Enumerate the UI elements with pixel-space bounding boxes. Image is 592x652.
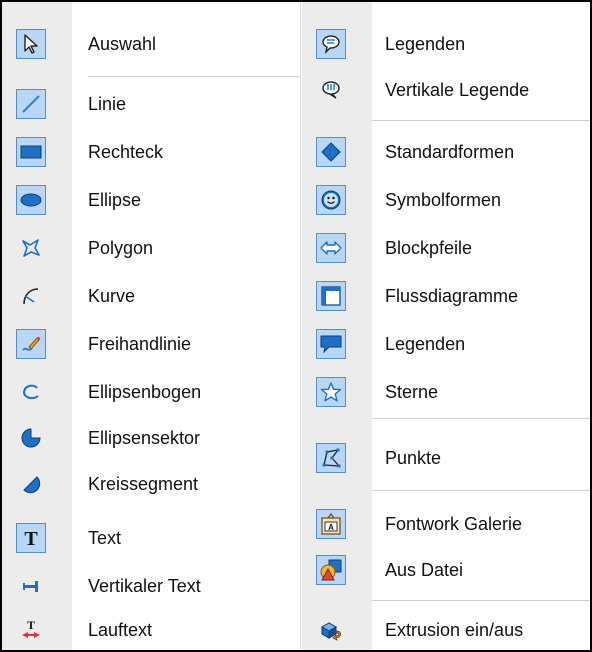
menu-item-ellipsenbogen[interactable]: Ellipsenbogen: [2, 372, 300, 412]
ellipse-icon: [16, 185, 46, 215]
pencil-icon: [16, 329, 46, 359]
menu-item-ellipse[interactable]: Ellipse: [2, 180, 300, 220]
menu-item-legenden-2[interactable]: Legenden: [302, 324, 590, 364]
smiley-icon: [316, 185, 346, 215]
separator: [372, 600, 590, 601]
menu-item-label: Ellipsensektor: [88, 428, 201, 448]
menu-item-label: Freihandlinie: [88, 334, 192, 354]
menu-item-lauftext[interactable]: T Lauftext: [2, 610, 300, 650]
curve-icon: [16, 281, 46, 311]
menu-item-label: Standardformen: [385, 142, 515, 162]
scrolling-text-icon: T: [16, 615, 46, 645]
menu-item-polygon[interactable]: Polygon: [2, 228, 300, 268]
menu-item-label: Blockpfeile: [385, 238, 473, 258]
menu-item-punkte[interactable]: Punkte: [302, 438, 590, 478]
menu-item-vertikaler-text[interactable]: Vertikaler Text: [2, 566, 300, 606]
points-icon: [316, 443, 346, 473]
separator: [372, 490, 590, 491]
separator: [372, 120, 590, 121]
svg-text:A: A: [328, 523, 334, 532]
menu-item-label: Vertikaler Text: [88, 576, 201, 596]
menu-item-label: Sterne: [385, 382, 439, 402]
text-icon: T: [16, 523, 46, 553]
draw-toolbar-menu: Auswahl Linie Rechteck Ellipse Polygon K…: [0, 0, 592, 652]
menu-item-rechteck[interactable]: Rechteck: [2, 132, 300, 172]
column-divider: [300, 2, 301, 650]
sector-icon: [16, 423, 46, 453]
menu-item-kreissegment[interactable]: Kreissegment: [2, 464, 300, 504]
extrusion-icon: [316, 615, 346, 645]
rectangle-icon: [16, 137, 46, 167]
segment-icon: [16, 469, 46, 499]
menu-item-legenden[interactable]: Legenden: [302, 24, 590, 64]
menu-item-label: Kurve: [88, 286, 136, 306]
separator: [88, 76, 300, 77]
arrow-cursor-icon: [16, 29, 46, 59]
svg-text:T: T: [27, 618, 35, 632]
arc-icon: [16, 377, 46, 407]
menu-item-kurve[interactable]: Kurve: [2, 276, 300, 316]
menu-item-label: Aus Datei: [385, 560, 464, 580]
menu-item-label: Fontwork Galerie: [385, 514, 523, 534]
menu-item-blockpfeile[interactable]: Blockpfeile: [302, 228, 590, 268]
separator: [372, 418, 590, 419]
menu-item-symbolformen[interactable]: Symbolformen: [302, 180, 590, 220]
fontwork-icon: A: [316, 509, 346, 539]
svg-text:T: T: [24, 528, 38, 549]
menu-item-auswahl[interactable]: Auswahl: [2, 24, 300, 64]
diamond-icon: [316, 137, 346, 167]
menu-item-sterne[interactable]: Sterne: [302, 372, 590, 412]
menu-item-flussdiagramme[interactable]: Flussdiagramme: [302, 276, 590, 316]
menu-item-label: Punkte: [385, 448, 442, 468]
menu-item-vertikale-legende[interactable]: Vertikale Legende: [302, 70, 590, 110]
menu-item-label: Kreissegment: [88, 474, 199, 494]
menu-item-freihandlinie[interactable]: Freihandlinie: [2, 324, 300, 364]
menu-item-label: Rechteck: [88, 142, 164, 162]
speech-bubble-icon: [316, 329, 346, 359]
flowchart-icon: [316, 281, 346, 311]
callout-icon: [316, 29, 346, 59]
menu-item-label: Linie: [88, 94, 127, 114]
menu-item-standardformen[interactable]: Standardformen: [302, 132, 590, 172]
star-icon: [316, 377, 346, 407]
menu-item-extrusion[interactable]: Extrusion ein/aus: [302, 610, 590, 650]
vertical-text-icon: [16, 571, 46, 601]
menu-item-label: Ellipse: [88, 190, 142, 210]
from-file-icon: [316, 555, 346, 585]
menu-item-label: Polygon: [88, 238, 154, 258]
menu-item-label: Extrusion ein/aus: [385, 620, 524, 640]
polygon-icon: [16, 233, 46, 263]
menu-item-label: Ellipsenbogen: [88, 382, 202, 402]
menu-item-ellipsensektor[interactable]: Ellipsensektor: [2, 418, 300, 458]
menu-item-label: Flussdiagramme: [385, 286, 519, 306]
menu-item-text[interactable]: T Text: [2, 518, 300, 558]
menu-item-label: Lauftext: [88, 620, 153, 640]
menu-item-label: Vertikale Legende: [385, 80, 530, 100]
line-icon: [16, 89, 46, 119]
menu-item-label: Auswahl: [88, 34, 157, 54]
menu-item-fontwork-galerie[interactable]: A Fontwork Galerie: [302, 504, 590, 544]
double-arrow-icon: [316, 233, 346, 263]
menu-item-label: Text: [88, 528, 122, 548]
menu-item-linie[interactable]: Linie: [2, 84, 300, 124]
menu-item-label: Legenden: [385, 34, 466, 54]
menu-item-label: Legenden: [385, 334, 466, 354]
menu-item-label: Symbolformen: [385, 190, 502, 210]
menu-item-aus-datei[interactable]: Aus Datei: [302, 550, 590, 590]
vertical-callout-icon: [316, 75, 346, 105]
